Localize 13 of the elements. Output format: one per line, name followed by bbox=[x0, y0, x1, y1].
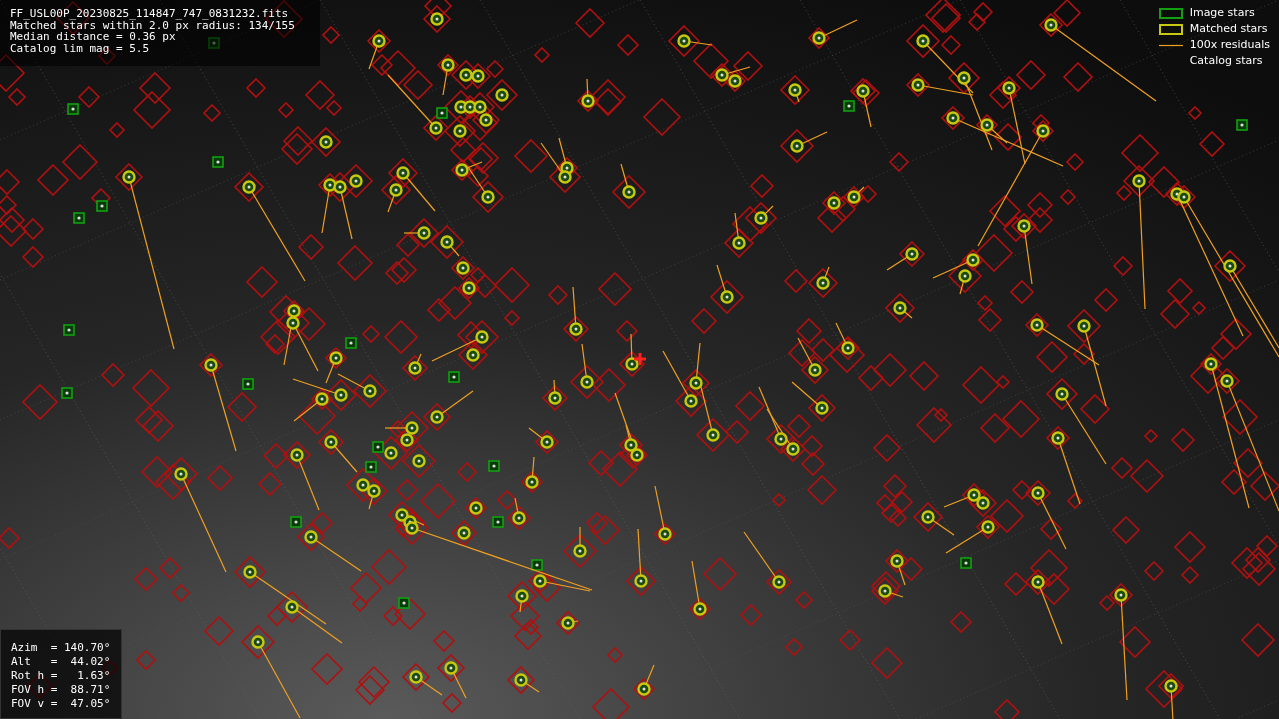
info-line: Matched stars within 2.0 px radius: 134/155 bbox=[10, 19, 296, 31]
pointing-line: Azim = 140.70° bbox=[11, 641, 112, 655]
info-line: Median distance = 0.36 px bbox=[10, 31, 176, 43]
info-line: Catalog lim mag = 5.5 bbox=[10, 42, 151, 54]
pointing-line: FOV v = 47.05° bbox=[11, 697, 112, 711]
info-line: FF_USL00P_20230825_114847_747_0831232.fits bbox=[10, 8, 290, 20]
pointing-line: Rot h = 1.63° bbox=[11, 669, 112, 683]
legend-label: Image stars bbox=[1189, 5, 1255, 22]
legend-label: 100x residuals bbox=[1189, 37, 1270, 54]
pointing-line: Alt = 44.02° bbox=[11, 655, 112, 669]
legend-label: Matched stars bbox=[1189, 21, 1268, 38]
legend-label: Catalog stars bbox=[1189, 53, 1263, 70]
pointing-line: FOV h = 88.71° bbox=[11, 683, 112, 697]
